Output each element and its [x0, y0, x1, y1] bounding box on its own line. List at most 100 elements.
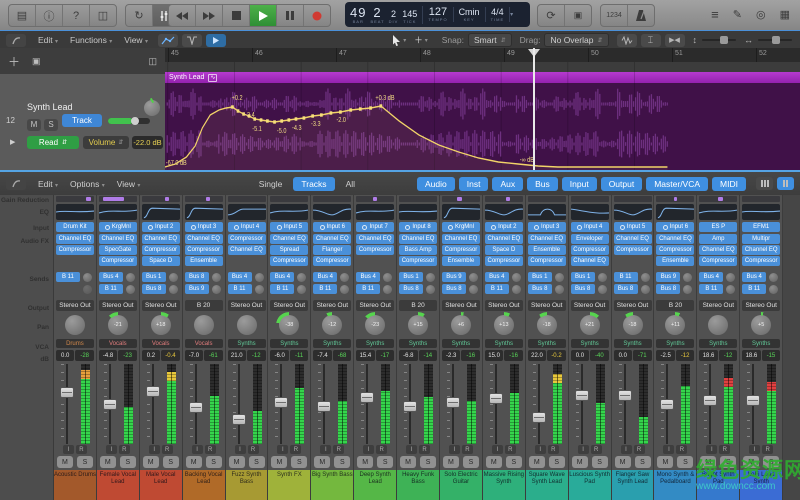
send-button[interactable]: B 11	[313, 284, 337, 294]
send-knob[interactable]	[340, 285, 349, 294]
automation-mode-button[interactable]: Read⇵	[27, 136, 79, 149]
send-knob[interactable]	[297, 273, 306, 282]
eq-thumbnail[interactable]	[185, 204, 223, 220]
audio-fx-button[interactable]: Channel EQ	[614, 234, 652, 244]
send-button[interactable]: Bus 9	[656, 272, 680, 282]
mute-button[interactable]: M	[486, 456, 502, 468]
mute-button[interactable]: M	[400, 456, 416, 468]
input-button[interactable]: Input 4	[228, 222, 266, 232]
record-button[interactable]	[304, 5, 330, 26]
menu-functions[interactable]: Functions ▾	[70, 35, 112, 45]
solo-button[interactable]: S	[120, 456, 136, 468]
collapse-icon[interactable]: ▶◀	[665, 34, 685, 47]
mixer-menu-edit[interactable]: Edit ▾	[38, 179, 58, 189]
audio-fx-button[interactable]: Channel EQ	[442, 234, 480, 244]
send-button[interactable]: B 11	[699, 284, 723, 294]
channel-name[interactable]: Fuzz Synth Bass	[226, 470, 268, 500]
record-enable-button[interactable]: I	[621, 445, 632, 454]
send-knob[interactable]	[683, 273, 692, 282]
record-enable-button[interactable]: I	[578, 445, 589, 454]
send-knob[interactable]	[169, 273, 178, 282]
eq-thumbnail[interactable]	[142, 204, 180, 220]
view-mode-all[interactable]: All	[338, 177, 363, 191]
audio-fx-button[interactable]: Compressor	[742, 256, 780, 266]
output-button[interactable]: Stereo Out	[699, 300, 737, 311]
send-knob[interactable]	[83, 273, 92, 282]
input-monitor-button[interactable]: R	[76, 445, 87, 454]
fader-cap[interactable]	[746, 395, 760, 406]
audio-fx-button[interactable]: Channel EQ	[228, 245, 266, 255]
input-monitor-button[interactable]: R	[634, 445, 645, 454]
solo-button[interactable]: S	[291, 456, 307, 468]
track-sort-icon[interactable]: ◫	[148, 56, 157, 67]
channel-name[interactable]: Mono Synth & Pedalboard	[654, 470, 696, 500]
mute-button[interactable]: M	[229, 456, 245, 468]
fader-cap[interactable]	[103, 399, 117, 410]
filter-inst[interactable]: Inst	[459, 177, 489, 191]
output-button[interactable]: Stereo Out	[356, 300, 394, 311]
metronome-icon[interactable]	[628, 5, 654, 26]
fader-cap[interactable]	[232, 414, 246, 425]
audio-fx-button[interactable]: Amp	[699, 234, 737, 244]
pan-knob[interactable]: -18	[623, 315, 643, 335]
vertical-zoom-slider[interactable]	[702, 39, 736, 41]
inspector-icon[interactable]: ⓘ	[36, 5, 63, 26]
audio-fx-button[interactable]: Channel EQ	[485, 234, 523, 244]
input-monitor-button[interactable]: R	[719, 445, 730, 454]
input-button[interactable]: Input 6	[313, 222, 351, 232]
input-monitor-button[interactable]: R	[376, 445, 387, 454]
solo-button[interactable]: S	[763, 456, 779, 468]
track-lane[interactable]: Synth Lead ∿ +0.2-2.4-5.1-5.0-4.3-3.3-2.…	[165, 62, 800, 170]
fader-cap[interactable]	[274, 397, 288, 408]
send-button[interactable]: B 11	[742, 284, 766, 294]
fader-cap[interactable]	[703, 395, 717, 406]
vca-button[interactable]: Synths	[399, 339, 437, 348]
send-knob[interactable]	[683, 285, 692, 294]
solo-button[interactable]: S	[677, 456, 693, 468]
record-enable-button[interactable]: I	[663, 445, 674, 454]
pan-knob[interactable]: -18	[537, 315, 557, 335]
send-knob[interactable]	[297, 285, 306, 294]
audio-fx-button[interactable]: Channel EQ	[699, 245, 737, 255]
track-pan-knob[interactable]	[144, 100, 160, 116]
channel-name[interactable]: Solo Electric Guitar	[440, 470, 482, 500]
send-knob[interactable]	[641, 273, 650, 282]
pan-knob[interactable]: +11	[665, 315, 685, 335]
audio-fx-button[interactable]: SpecGate	[99, 245, 137, 255]
fader-cap[interactable]	[146, 386, 160, 397]
fader-cap[interactable]	[403, 401, 417, 412]
vca-button[interactable]: Vocals	[185, 339, 223, 348]
send-button[interactable]: Bus 8	[656, 284, 680, 294]
channel-name[interactable]: Big Synth Bass	[311, 470, 353, 500]
send-knob[interactable]	[383, 285, 392, 294]
drag-dropdown[interactable]: No Overlap⇵	[544, 33, 608, 47]
audio-fx-button[interactable]: Compressor	[399, 256, 437, 266]
send-knob[interactable]	[255, 273, 264, 282]
send-button[interactable]: Bus 8	[571, 284, 595, 294]
input-monitor-button[interactable]: R	[248, 445, 259, 454]
mute-button[interactable]: M	[357, 456, 373, 468]
toolbox-icon[interactable]: ◫	[90, 5, 116, 26]
output-button[interactable]: B 20	[185, 300, 223, 311]
mute-button[interactable]: M	[314, 456, 330, 468]
channel-name[interactable]: Acoustic Drums	[54, 470, 96, 500]
lcd-chevron-icon[interactable]: ▾	[510, 11, 516, 18]
input-monitor-button[interactable]: R	[205, 445, 216, 454]
input-monitor-button[interactable]: R	[419, 445, 430, 454]
fader-cap[interactable]	[660, 399, 674, 410]
input-button[interactable]: Input 3	[185, 222, 223, 232]
channel-name[interactable]: Male Vocal Lead	[140, 470, 182, 500]
eq-thumbnail[interactable]	[228, 204, 266, 220]
audio-fx-button[interactable]: Bass Amp	[399, 245, 437, 255]
narrow-view-icon[interactable]	[756, 177, 773, 190]
output-button[interactable]: Stereo Out	[571, 300, 609, 311]
audio-fx-button[interactable]: Ensemble	[656, 256, 694, 266]
eq-thumbnail[interactable]	[528, 204, 566, 220]
stop-button[interactable]	[223, 5, 250, 26]
send-button[interactable]: Bus 4	[99, 272, 123, 282]
pan-knob[interactable]	[708, 315, 728, 335]
fader-cap[interactable]	[618, 390, 632, 401]
fader-cap[interactable]	[575, 390, 589, 401]
vca-button[interactable]: Synths	[228, 339, 266, 348]
input-button[interactable]: Input 4	[571, 222, 609, 232]
